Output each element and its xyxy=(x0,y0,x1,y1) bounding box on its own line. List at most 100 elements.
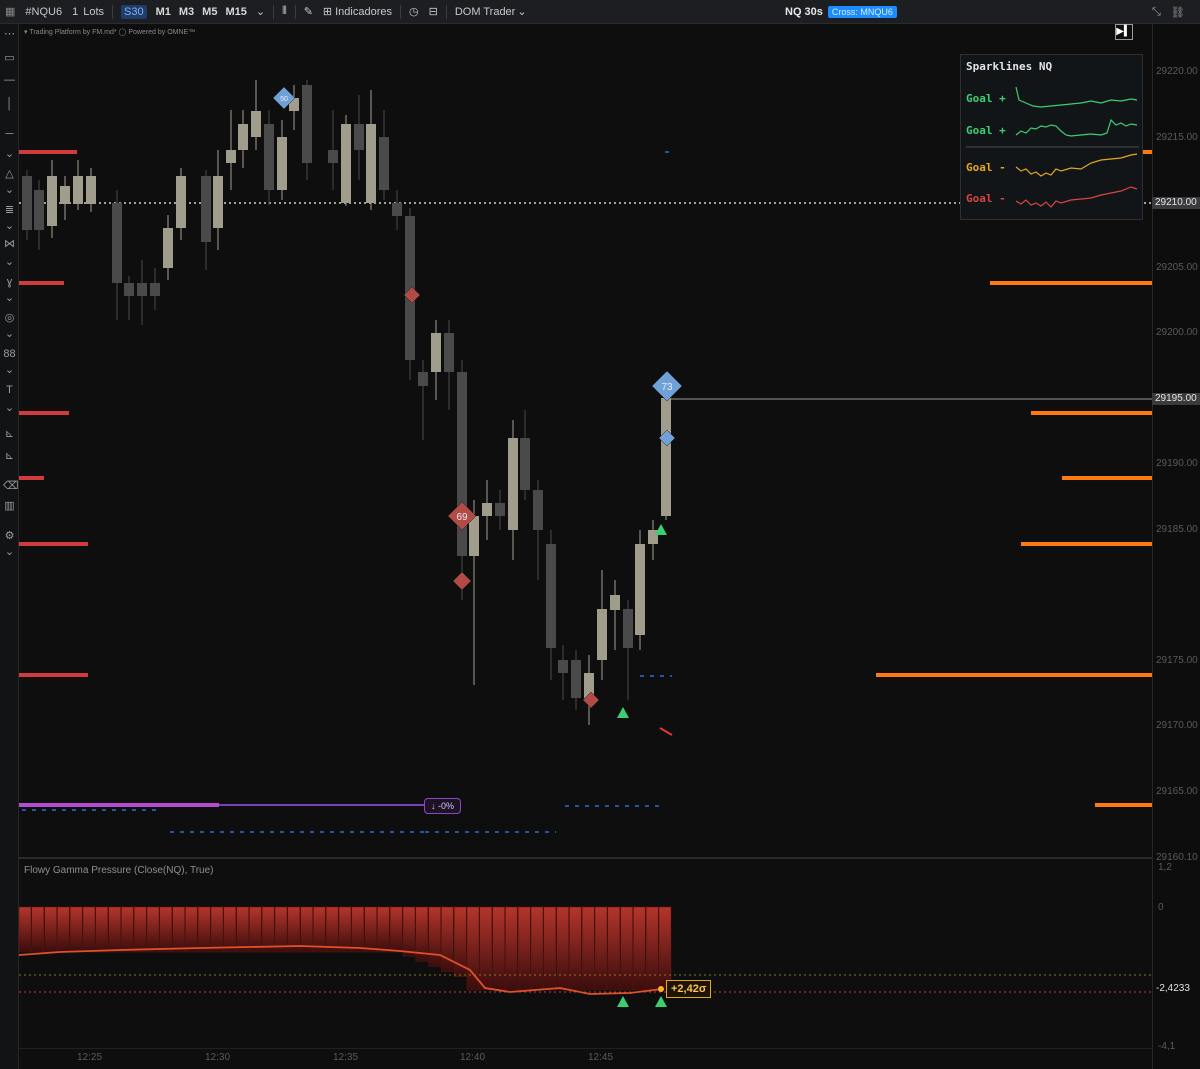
gamma-histogram-bar xyxy=(569,906,582,991)
sparkline-goal-plus-2 xyxy=(1015,118,1138,137)
candle-body xyxy=(238,124,248,150)
current-price-tag: 29210.00 xyxy=(1152,197,1200,209)
candle-body xyxy=(469,516,479,556)
candle-body xyxy=(226,150,236,163)
gamma-histogram-bar xyxy=(377,906,390,953)
gamma-value-tag: +2,42σ xyxy=(666,980,712,998)
gamma-histogram-bar xyxy=(479,906,493,991)
buy-arrow-marker xyxy=(617,707,629,718)
candle-body xyxy=(176,176,186,228)
gamma-histogram-bar xyxy=(121,906,134,953)
candle-body xyxy=(60,186,70,204)
gamma-histogram-bar xyxy=(249,906,262,953)
candle-body xyxy=(635,544,645,635)
gamma-histogram-bar xyxy=(197,906,211,953)
candle-body xyxy=(277,137,287,190)
sparklines-panel: Sparklines NQ Goal + Goal + Goal - Goal … xyxy=(960,54,1143,220)
price-axis-label: 29215.00 xyxy=(1156,132,1198,143)
price-axis-label: 29185.00 xyxy=(1156,524,1198,535)
candle-body xyxy=(546,544,556,648)
time-axis-label: 12:35 xyxy=(333,1052,359,1063)
gamma-histogram-bar xyxy=(108,906,121,953)
gamma-histogram-bar xyxy=(543,906,557,991)
signal-diamond-red xyxy=(452,571,472,591)
candle-body xyxy=(264,124,274,190)
candle-body xyxy=(213,176,223,228)
skip-to-end-button[interactable]: ▶▍ xyxy=(1115,24,1133,40)
gamma-histogram-bar xyxy=(57,906,70,953)
candle-body xyxy=(124,283,134,296)
gamma-histogram-bar xyxy=(261,906,275,953)
gamma-histogram-bar xyxy=(402,906,416,957)
candle-body xyxy=(418,372,428,386)
gamma-histogram-bar xyxy=(185,906,198,953)
sparkline-goal-plus-1 xyxy=(1015,86,1138,108)
gamma-histogram-bar xyxy=(31,906,45,953)
chart-legend: ▾ Trading Platform by FM.md* ◯ Powered b… xyxy=(24,29,196,36)
subpanel-axis-label: -4,1 xyxy=(1158,1041,1176,1052)
signal-diamond-label: 50 xyxy=(280,96,288,103)
gamma-histogram-bar xyxy=(620,906,633,991)
candle-body xyxy=(163,228,173,268)
time-axis-label: 12:30 xyxy=(205,1052,231,1063)
price-axis-label: 29200.00 xyxy=(1156,327,1198,338)
candle-body xyxy=(137,283,147,296)
gamma-histogram-bar xyxy=(159,906,173,953)
candle-body xyxy=(22,176,32,230)
gamma-histogram-bar xyxy=(581,906,595,991)
candle-body xyxy=(392,203,402,216)
gamma-histogram-bar xyxy=(517,906,531,991)
gamma-histogram-bar xyxy=(146,906,160,953)
gamma-histogram-bar xyxy=(607,906,621,991)
candle-body xyxy=(328,150,338,163)
gamma-histogram-bar xyxy=(351,906,365,953)
subpanel-axis-label: 0 xyxy=(1158,902,1164,913)
candle-body xyxy=(73,176,83,204)
candle-body xyxy=(533,490,543,530)
candle-body xyxy=(405,216,415,360)
buy-arrow-marker xyxy=(655,524,667,535)
candle-body xyxy=(495,503,505,516)
gamma-histogram-bar xyxy=(633,906,646,991)
subpanel-axis-label: 1,2 xyxy=(1158,862,1172,873)
gamma-histogram-bar xyxy=(172,906,185,953)
candle-body xyxy=(379,137,389,190)
price-axis-label: 29165.00 xyxy=(1156,786,1198,797)
candle-body xyxy=(431,333,441,372)
gamma-histogram-bar xyxy=(492,906,505,991)
candle-body xyxy=(661,398,671,516)
gamma-histogram-bar xyxy=(236,906,249,953)
gamma-histogram-bar xyxy=(364,906,377,953)
candle-body xyxy=(86,176,96,204)
candle-body xyxy=(366,124,376,203)
panel-separator xyxy=(19,857,1152,859)
time-axis-border xyxy=(19,1048,1152,1049)
candle-body xyxy=(610,595,620,610)
gamma-histogram-bar xyxy=(428,906,441,967)
buy-arrow-marker xyxy=(617,996,629,1007)
gamma-histogram-bar xyxy=(210,906,224,953)
gamma-histogram-bar xyxy=(133,906,147,953)
candle-body xyxy=(482,503,492,516)
gamma-histogram-bar xyxy=(325,906,339,953)
price-axis-label: 29175.00 xyxy=(1156,655,1198,666)
candle-body xyxy=(302,85,312,163)
purple-level-tag: ↓ -0% xyxy=(424,798,462,814)
candle-body xyxy=(597,609,607,660)
gamma-histogram-bar xyxy=(389,906,403,953)
gamma-histogram-bar xyxy=(44,906,57,953)
candle-body xyxy=(623,609,633,648)
price-axis-label: 29220.00 xyxy=(1156,66,1198,77)
gamma-histogram-bar xyxy=(441,906,454,972)
gamma-histogram-bar xyxy=(645,906,659,991)
gamma-histogram-bar xyxy=(313,906,326,953)
candle-body xyxy=(571,660,581,698)
sparkline-goal-minus-1 xyxy=(1015,153,1138,177)
sparkline-goal-minus-2 xyxy=(1015,186,1138,208)
price-axis-label: 29190.00 xyxy=(1156,458,1198,469)
signal-diamond-label: 73 xyxy=(661,382,673,393)
time-axis-label: 12:40 xyxy=(460,1052,486,1063)
gamma-histogram-bar xyxy=(18,906,32,953)
gamma-histogram-bar xyxy=(658,906,672,991)
gamma-histogram-bar xyxy=(594,906,608,991)
